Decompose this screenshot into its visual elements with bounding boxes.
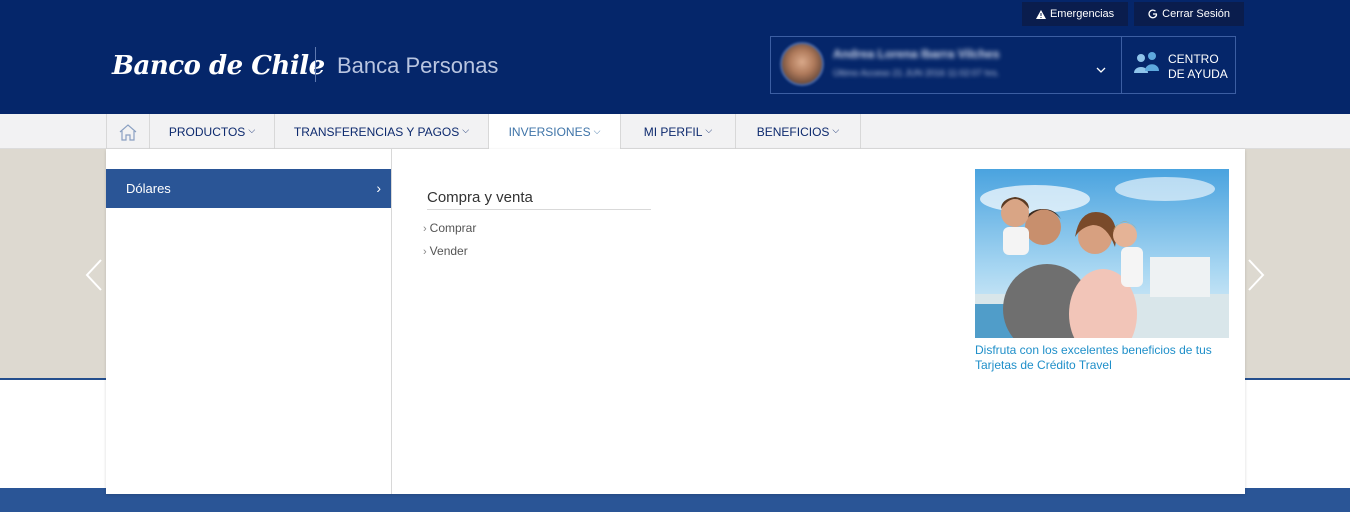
user-name: Andrea Lorena Ibarra Vilches — [833, 47, 1000, 61]
last-access: Último Acceso 21 JUN 2016 11:02:07 hrs. — [833, 68, 1000, 78]
nav-inversiones-label: INVERSIONES — [508, 125, 591, 139]
chevron-right-icon: › — [423, 223, 427, 235]
nav-productos[interactable]: PRODUCTOS ⌵ — [150, 114, 275, 149]
nav-inversiones[interactable]: INVERSIONES ⌵ — [489, 114, 621, 150]
submenu-item-label: Dólares — [126, 181, 171, 196]
nav-transferencias-label: TRANSFERENCIAS Y PAGOS — [293, 124, 460, 139]
arrow-left-icon[interactable] — [84, 258, 104, 292]
inversiones-dropdown: Dólares › Compra y venta › Comprar › Vende… — [106, 149, 1245, 494]
chevron-down-icon: ⌵ — [832, 125, 840, 135]
subbrand-title: Banca Personas — [337, 53, 499, 78]
arrow-right-icon[interactable] — [1246, 258, 1266, 292]
link-comprar-label: Comprar — [429, 221, 477, 235]
user-menu[interactable]: Andrea Lorena Ibarra Vilches Último Acce… — [770, 36, 1122, 94]
nav-mi-perfil-label: MI PERFIL — [643, 124, 703, 139]
submenu-item-dolares[interactable]: Dólares › — [106, 169, 391, 208]
nav-productos-label: PRODUCTOS — [168, 124, 246, 139]
link-vender[interactable]: › Vender — [423, 244, 468, 258]
promo-image[interactable] — [975, 169, 1229, 338]
group-title: Compra y venta — [427, 189, 651, 210]
emergencies-button[interactable]: Emergencias — [1021, 2, 1129, 26]
chevron-down-icon[interactable] — [1096, 67, 1106, 74]
chevron-right-icon: › — [423, 246, 427, 258]
utility-bar: Emergencias Cerrar Sesión — [1021, 2, 1244, 26]
main-nav-bar: PRODUCTOS ⌵ TRANSFERENCIAS Y PAGOS ⌵ INVER… — [0, 114, 1350, 150]
chevron-right-icon: › — [376, 180, 381, 196]
header: Emergencias Cerrar Sesión Banco de Chile… — [0, 0, 1350, 114]
logout-label: Cerrar Sesión — [1162, 8, 1230, 20]
logout-button[interactable]: Cerrar Sesión — [1134, 2, 1244, 26]
link-comprar[interactable]: › Comprar — [423, 221, 476, 235]
nav-beneficios[interactable]: BENEFICIOS ⌵ — [736, 114, 861, 149]
emergencies-label: Emergencias — [1049, 8, 1115, 20]
submenu-panel: Dólares › — [106, 149, 392, 494]
chevron-down-icon: ⌵ — [248, 125, 256, 135]
promo-link[interactable]: Disfruta con los excelentes beneficios d… — [975, 343, 1229, 373]
chevron-down-icon: ⌵ — [705, 125, 713, 135]
link-vender-label: Vender — [429, 244, 468, 258]
help-center-button[interactable]: CENTRO DE AYUDA — [1121, 36, 1236, 94]
nav-beneficios-label: BENEFICIOS — [756, 124, 830, 139]
nav-home[interactable] — [106, 114, 150, 149]
help-people-icon — [1134, 52, 1159, 73]
warning-icon — [1035, 9, 1046, 19]
nav-mi-perfil[interactable]: MI PERFIL ⌵ — [621, 114, 736, 149]
logo-divider — [315, 47, 316, 82]
nav-transferencias[interactable]: TRANSFERENCIAS Y PAGOS ⌵ — [275, 114, 489, 149]
help-line-1: CENTRO — [1168, 52, 1219, 66]
bank-logo[interactable]: Banco de Chile — [112, 50, 325, 82]
help-line-2: DE AYUDA — [1168, 67, 1228, 81]
chevron-down-icon: ⌵ — [462, 125, 470, 135]
main-nav: PRODUCTOS ⌵ TRANSFERENCIAS Y PAGOS ⌵ INVER… — [106, 114, 861, 150]
avatar — [780, 42, 824, 86]
chevron-down-icon: ⌵ — [593, 125, 601, 136]
logout-icon — [1148, 9, 1158, 19]
home-icon — [119, 123, 137, 141]
